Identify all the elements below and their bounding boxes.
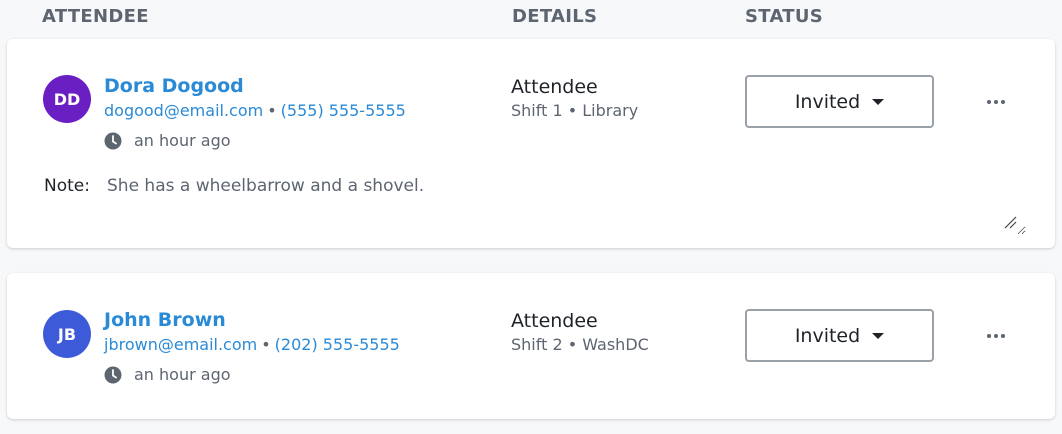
avatar: DD	[43, 75, 91, 123]
column-header-details: DETAILS	[512, 6, 598, 27]
clock-icon	[104, 132, 122, 149]
note-textarea[interactable]: She has a wheelbarrow and a shovel.	[103, 171, 1026, 235]
column-header-status: STATUS	[745, 6, 824, 27]
table-header: ATTENDEE DETAILS STATUS	[0, 0, 1062, 38]
column-header-attendee: ATTENDEE	[42, 6, 149, 27]
more-options-button[interactable]	[981, 92, 1011, 112]
dot-icon	[1001, 100, 1005, 104]
email-link[interactable]: jbrown@email.com	[104, 335, 257, 354]
status-dropdown[interactable]: Invited	[745, 309, 934, 362]
note-label: Note:	[44, 176, 90, 196]
last-updated-text: an hour ago	[134, 131, 231, 150]
shift-info: Shift 2 • WashDC	[511, 335, 649, 354]
resize-handle-icon[interactable]	[1003, 215, 1017, 229]
caret-down-icon	[872, 332, 885, 339]
status-value: Invited	[794, 90, 861, 113]
shift-info: Shift 1 • Library	[511, 101, 639, 120]
dot-icon	[1001, 334, 1005, 338]
status-value: Invited	[794, 324, 861, 347]
status-dropdown[interactable]: Invited	[745, 75, 934, 128]
role-label: Attendee	[511, 76, 598, 98]
caret-down-icon	[872, 98, 885, 105]
contact-info: jbrown@email.com • (202) 555-5555	[104, 335, 400, 354]
dot-icon	[994, 100, 998, 104]
phone-link[interactable]: (202) 555-5555	[275, 335, 400, 354]
dot-icon	[994, 334, 998, 338]
last-updated: an hour ago	[104, 131, 231, 150]
dot-icon	[987, 100, 991, 104]
email-link[interactable]: dogood@email.com	[104, 101, 263, 120]
phone-link[interactable]: (555) 555-5555	[281, 101, 406, 120]
separator: •	[261, 335, 271, 354]
separator: •	[267, 101, 277, 120]
avatar: JB	[43, 310, 91, 358]
attendee-name-link[interactable]: John Brown	[104, 309, 226, 331]
last-updated-text: an hour ago	[134, 365, 231, 384]
attendee-card: JB John Brown jbrown@email.com • (202) 555…	[7, 273, 1055, 419]
attendee-name-link[interactable]: Dora Dogood	[104, 75, 244, 97]
clock-icon	[104, 366, 122, 383]
dot-icon	[987, 334, 991, 338]
role-label: Attendee	[511, 310, 598, 332]
last-updated: an hour ago	[104, 365, 231, 384]
contact-info: dogood@email.com • (555) 555-5555	[104, 101, 406, 120]
more-options-button[interactable]	[981, 326, 1011, 346]
attendee-card: DD Dora Dogood dogood@email.com • (555) 55…	[7, 39, 1055, 248]
